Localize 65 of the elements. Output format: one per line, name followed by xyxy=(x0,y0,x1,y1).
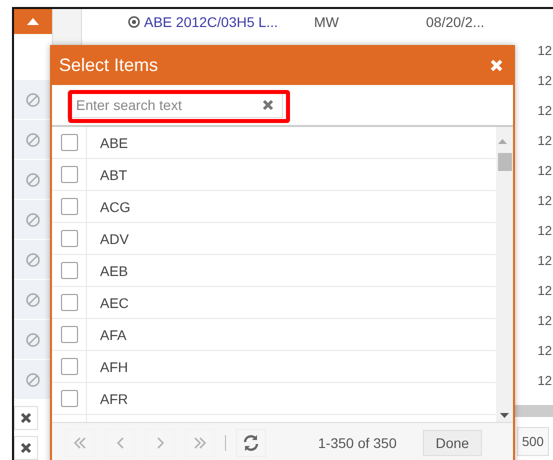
checkbox[interactable] xyxy=(60,326,78,343)
blocked-icon[interactable] xyxy=(26,172,40,187)
blocked-icon[interactable] xyxy=(26,372,40,387)
item-link[interactable]: ABE 2012C/03H5 L... xyxy=(128,14,314,30)
blocked-icon[interactable] xyxy=(26,212,40,227)
table-cell-text: 12 xyxy=(538,103,552,120)
checkbox[interactable] xyxy=(60,166,78,183)
checkbox[interactable] xyxy=(60,390,78,407)
table-cell-text: 12 xyxy=(538,313,552,330)
blocked-icon[interactable] xyxy=(26,132,40,147)
close-icon xyxy=(20,442,32,454)
table-cell-text: 12 xyxy=(538,253,552,270)
checkbox[interactable] xyxy=(60,294,78,311)
table-cell-text: 12 xyxy=(538,373,552,390)
page-range: 1-350 of 350 xyxy=(318,435,397,451)
table-cell-text: 08/20/2... xyxy=(426,14,486,30)
item-label[interactable]: ACG xyxy=(100,198,130,214)
table-cell-text: 12 xyxy=(538,163,552,180)
table-cell-text: 12 xyxy=(538,343,552,360)
refresh-button[interactable] xyxy=(236,429,266,457)
close-icon[interactable] xyxy=(490,58,503,72)
checkbox[interactable] xyxy=(60,198,78,215)
checkbox[interactable] xyxy=(60,230,78,247)
scroll-thumb[interactable] xyxy=(498,153,512,171)
chevron-icon xyxy=(116,437,124,449)
chevron-icon xyxy=(74,437,86,449)
radio-icon xyxy=(128,16,140,28)
checkbox[interactable] xyxy=(60,262,78,279)
table-cell-text: MW xyxy=(314,14,340,30)
item-label[interactable]: ABE xyxy=(100,134,128,150)
item-label[interactable]: AFA xyxy=(100,326,126,342)
dialog-title: Select Items xyxy=(59,54,158,76)
close-icon xyxy=(20,412,32,424)
item-label[interactable]: AFR xyxy=(100,390,128,406)
table-cell-text: 12 xyxy=(538,133,552,150)
blocked-icon[interactable] xyxy=(26,92,40,107)
search-field[interactable]: Enter search text xyxy=(67,92,283,118)
chevron-icon xyxy=(156,437,164,449)
page-size-select[interactable]: 500 xyxy=(517,427,549,456)
caret-up-icon[interactable] xyxy=(498,139,506,144)
refresh-icon xyxy=(242,434,260,452)
remove-button[interactable] xyxy=(14,436,38,460)
done-button[interactable]: Done xyxy=(422,430,482,456)
checkbox[interactable] xyxy=(60,134,78,151)
blocked-icon[interactable] xyxy=(26,292,40,307)
table-cell-text: 12 xyxy=(538,193,552,210)
caret-down-icon[interactable] xyxy=(500,413,509,418)
table-cell-text: 12 xyxy=(538,43,552,60)
table-cell-text: 12 xyxy=(538,73,552,90)
item-label[interactable]: ADV xyxy=(100,230,129,246)
item-label[interactable]: AFH xyxy=(100,358,128,374)
table-cell-text: 12 xyxy=(538,283,552,300)
chevron-icon xyxy=(194,437,206,449)
blocked-icon[interactable] xyxy=(26,332,40,347)
remove-button[interactable] xyxy=(14,406,38,430)
table-cell-text: 12 xyxy=(538,223,552,240)
sort-button[interactable] xyxy=(14,9,52,34)
caret-up-icon xyxy=(27,18,39,26)
scrollbar[interactable] xyxy=(496,127,513,422)
item-label[interactable]: AEC xyxy=(100,294,129,310)
checkbox[interactable] xyxy=(60,358,78,375)
item-label[interactable]: AEB xyxy=(100,262,128,278)
blocked-icon[interactable] xyxy=(26,252,40,267)
item-label[interactable]: ABT xyxy=(100,166,128,182)
clear-icon[interactable] xyxy=(262,99,274,111)
